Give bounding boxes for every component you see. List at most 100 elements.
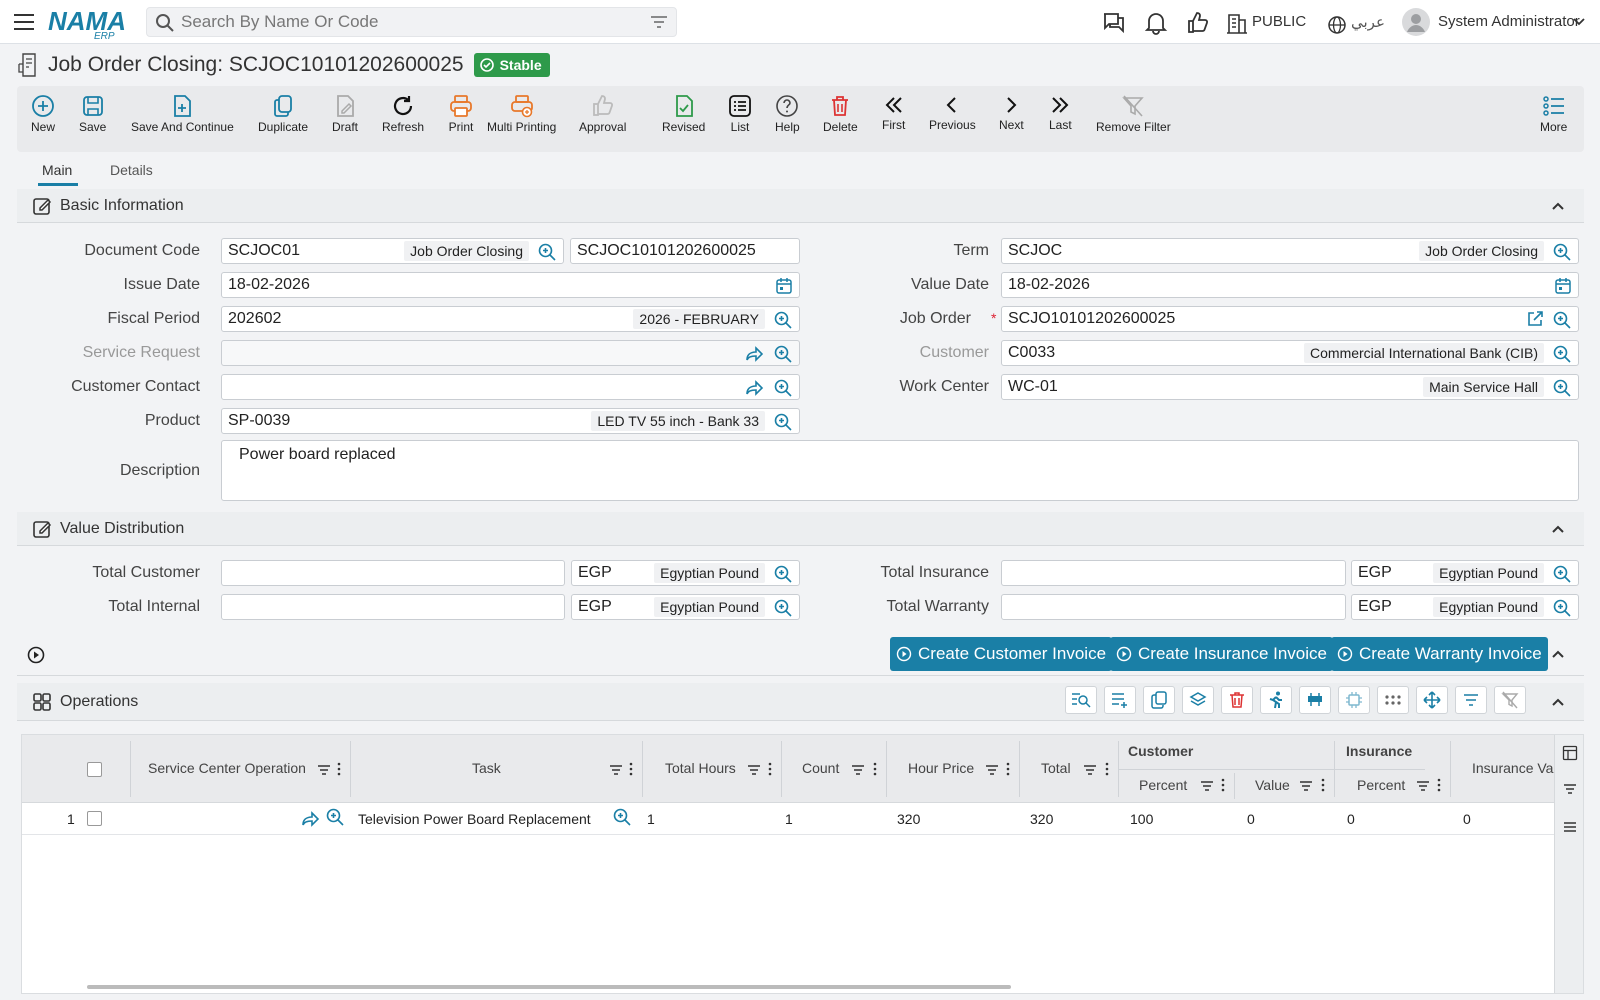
cell-insurance-percent[interactable]: 0	[1347, 811, 1355, 827]
chevron-up-icon[interactable]	[1550, 198, 1566, 214]
chat-icon[interactable]	[1101, 10, 1127, 36]
external-link-icon[interactable]	[1526, 310, 1544, 328]
col-task[interactable]: Task	[472, 760, 501, 776]
column-menu-icon[interactable]	[1437, 778, 1441, 792]
cell-insurance-value[interactable]: 0	[1463, 811, 1471, 827]
document-code-field[interactable]: SCJOC01 Job Order Closing	[221, 238, 564, 264]
play-circle-icon[interactable]	[27, 646, 45, 664]
column-filter-icon[interactable]	[985, 764, 999, 776]
col-total[interactable]: Total	[1041, 760, 1071, 776]
select-column-button[interactable]	[1338, 686, 1370, 714]
total-insurance-field[interactable]	[1001, 560, 1346, 586]
select-all-checkbox[interactable]	[87, 762, 102, 777]
document-number-field[interactable]: SCJOC10101202600025	[570, 238, 800, 264]
first-button[interactable]: First	[882, 94, 905, 132]
lookup-search-icon[interactable]	[773, 598, 793, 618]
more-button[interactable]: More	[1540, 94, 1567, 134]
chevron-up-icon[interactable]	[1550, 694, 1566, 710]
column-filter-icon[interactable]	[851, 764, 865, 776]
remove-filter-button[interactable]: Remove Filter	[1096, 94, 1171, 134]
col-customer-percent[interactable]: Percent	[1139, 777, 1187, 793]
lookup-search-icon[interactable]	[773, 412, 793, 432]
cell-task[interactable]: Television Power Board Replacement	[358, 811, 591, 827]
product-field[interactable]: SP-0039 LED TV 55 inch - Bank 33	[221, 408, 800, 434]
column-filter-icon[interactable]	[1416, 780, 1430, 792]
work-center-field[interactable]: WC-01 Main Service Hall	[1001, 374, 1579, 400]
chevron-down-icon[interactable]	[1572, 15, 1586, 29]
cell-customer-value[interactable]: 0	[1247, 811, 1255, 827]
chevron-up-icon[interactable]	[1550, 646, 1566, 662]
save-and-continue-button[interactable]: Save And Continue	[131, 94, 234, 134]
layers-button[interactable]	[1182, 686, 1214, 714]
globe-icon[interactable]	[1327, 12, 1347, 38]
column-filter-icon[interactable]	[1083, 764, 1097, 776]
lookup-search-icon[interactable]	[1552, 242, 1572, 262]
col-total-hours[interactable]: Total Hours	[665, 760, 736, 776]
cell-total[interactable]: 320	[1030, 811, 1053, 827]
run-button[interactable]	[1260, 686, 1292, 714]
language-switch[interactable]: عربي	[1351, 13, 1385, 31]
draft-button[interactable]: Draft	[332, 94, 358, 134]
approval-button[interactable]: Approval	[579, 94, 626, 134]
thumbs-up-icon[interactable]	[1185, 10, 1211, 36]
last-button[interactable]: Last	[1049, 94, 1072, 132]
column-filter-icon[interactable]	[747, 764, 761, 776]
table-columns-icon[interactable]	[1562, 745, 1578, 761]
basic-information-header[interactable]: Basic Information	[17, 189, 1584, 223]
user-name[interactable]: System Administrator	[1438, 13, 1580, 30]
col-service-center-operation[interactable]: Service Center Operation	[148, 760, 306, 776]
delete-row-button[interactable]	[1221, 686, 1253, 714]
refresh-button[interactable]: Refresh	[382, 94, 424, 134]
share-forward-icon[interactable]	[745, 344, 765, 364]
grid-search-button[interactable]	[1065, 686, 1097, 714]
customer-field[interactable]: C0033 Commercial International Bank (CIB…	[1001, 340, 1579, 366]
table-row[interactable]: 1 Television Power Board Replacement 1 1…	[22, 803, 1556, 835]
column-filter-icon[interactable]	[609, 764, 623, 776]
col-hour-price[interactable]: Hour Price	[908, 760, 974, 776]
more-options-button[interactable]	[1377, 686, 1409, 714]
total-internal-currency-field[interactable]: EGP Egyptian Pound	[571, 594, 800, 620]
lookup-search-icon[interactable]	[773, 564, 793, 584]
lookup-search-icon[interactable]	[1552, 378, 1572, 398]
share-forward-icon[interactable]	[301, 809, 321, 829]
cell-total-hours[interactable]: 1	[647, 811, 655, 827]
total-internal-field[interactable]	[221, 594, 565, 620]
new-button[interactable]: New	[31, 94, 55, 134]
revised-button[interactable]: Revised	[662, 94, 705, 134]
filter-icon[interactable]	[650, 14, 668, 30]
service-request-field[interactable]	[221, 340, 800, 366]
tab-main[interactable]: Main	[42, 162, 72, 178]
chevron-up-icon[interactable]	[1550, 521, 1566, 537]
create-warranty-invoice-button[interactable]: Create Warranty Invoice	[1331, 637, 1548, 671]
cell-customer-percent[interactable]: 100	[1130, 811, 1153, 827]
column-menu-icon[interactable]	[1221, 778, 1225, 792]
create-customer-invoice-button[interactable]: Create Customer Invoice	[890, 637, 1113, 671]
total-customer-field[interactable]	[221, 560, 565, 586]
multi-printing-button[interactable]: Multi Printing	[487, 94, 556, 134]
list-button[interactable]: List	[728, 94, 752, 134]
description-textarea[interactable]: Power board replaced	[221, 440, 1579, 501]
column-filter-icon[interactable]	[1200, 780, 1214, 792]
filter-icon[interactable]	[1563, 783, 1577, 795]
column-menu-icon[interactable]	[1105, 762, 1109, 776]
lookup-search-icon[interactable]	[1552, 310, 1572, 330]
duplicate-button[interactable]: Duplicate	[258, 94, 308, 134]
add-row-button[interactable]	[1104, 686, 1136, 714]
term-field[interactable]: SCJOC Job Order Closing	[1001, 238, 1579, 264]
hamburger-menu-icon[interactable]	[12, 10, 36, 34]
clear-filter-button[interactable]	[1494, 686, 1526, 714]
column-filter-icon[interactable]	[1299, 780, 1313, 792]
column-menu-icon[interactable]	[768, 762, 772, 776]
tab-details[interactable]: Details	[110, 162, 153, 178]
lookup-search-icon[interactable]	[537, 242, 557, 262]
print-button[interactable]: Print	[448, 94, 474, 134]
bulk-edit-button[interactable]	[1299, 686, 1331, 714]
lookup-search-icon[interactable]	[325, 807, 345, 827]
total-warranty-currency-field[interactable]: EGP Egyptian Pound	[1351, 594, 1579, 620]
horizontal-scrollbar[interactable]	[87, 985, 1011, 989]
search-input[interactable]: Search By Name Or Code	[181, 12, 378, 32]
global-search[interactable]: Search By Name Or Code	[146, 7, 677, 37]
calendar-icon[interactable]	[1554, 277, 1572, 295]
total-warranty-field[interactable]	[1001, 594, 1346, 620]
cell-count[interactable]: 1	[785, 811, 793, 827]
